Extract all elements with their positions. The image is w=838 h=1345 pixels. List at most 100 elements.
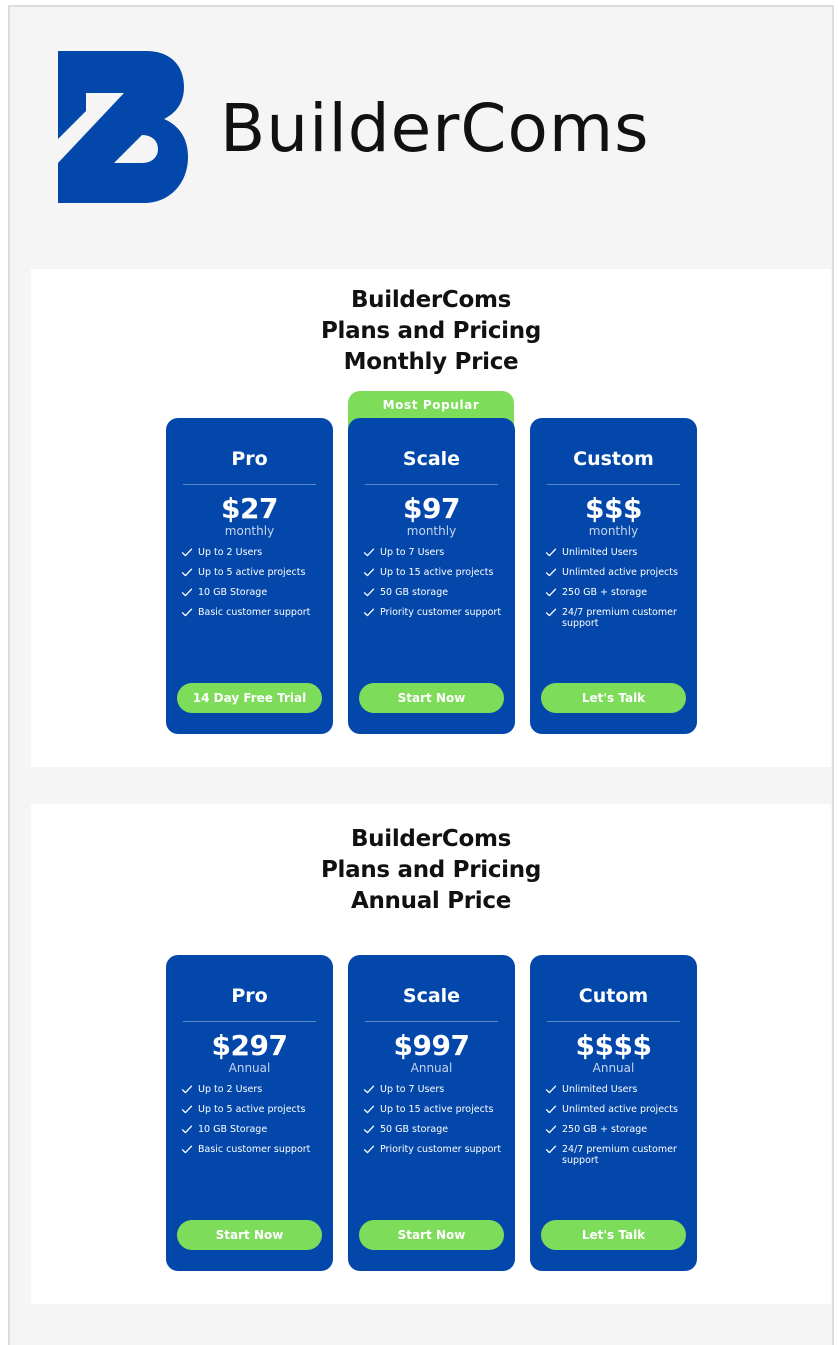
- monthly-pricing-section: BuilderComs Plans and Pricing Monthly Pr…: [31, 269, 831, 767]
- check-icon: [545, 587, 557, 598]
- feature-list: Up to 2 Users Up to 5 active projects 10…: [181, 1084, 325, 1164]
- check-icon: [545, 547, 557, 558]
- monthly-section-title: BuilderComs Plans and Pricing Monthly Pr…: [31, 285, 831, 378]
- plan-period: Annual: [592, 1061, 635, 1075]
- check-icon: [545, 567, 557, 578]
- lets-talk-button[interactable]: Let's Talk: [541, 683, 686, 713]
- card-divider: [183, 1021, 316, 1022]
- feature-list: Up to 7 Users Up to 15 active projects 5…: [363, 1084, 507, 1164]
- check-icon: [181, 587, 193, 598]
- feature-item: Up to 7 Users: [363, 547, 507, 558]
- feature-text: Basic customer support: [198, 607, 311, 618]
- feature-text: Up to 7 Users: [380, 547, 445, 558]
- plan-period: Annual: [410, 1061, 453, 1075]
- check-icon: [545, 1124, 557, 1135]
- feature-item: Basic customer support: [181, 607, 325, 618]
- card-divider: [547, 1021, 680, 1022]
- feature-text: Unlimted active projects: [562, 567, 678, 578]
- plan-name: Scale: [402, 448, 461, 470]
- plan-card-pro: Pro $27 monthly Up to 2 Users Up to 5 ac…: [166, 418, 333, 734]
- feature-text: Up to 5 active projects: [198, 567, 306, 578]
- feature-text: 50 GB storage: [380, 587, 449, 598]
- check-icon: [181, 547, 193, 558]
- lets-talk-button[interactable]: Let's Talk: [541, 1220, 686, 1250]
- feature-text: 250 GB + storage: [562, 587, 648, 598]
- plan-price: $$$: [585, 492, 642, 525]
- feature-text: 24/7 premium customer support: [562, 1144, 677, 1166]
- feature-text: Priority customer support: [380, 607, 502, 618]
- feature-item: Unlimited Users: [545, 1084, 689, 1095]
- check-icon: [363, 547, 375, 558]
- start-now-button[interactable]: Start Now: [359, 1220, 504, 1250]
- feature-item: Priority customer support: [363, 607, 507, 618]
- plan-period: monthly: [406, 524, 457, 538]
- feature-text: Up to 2 Users: [198, 547, 263, 558]
- feature-text: 24/7 premium customer support: [562, 607, 677, 629]
- feature-item: Up to 5 active projects: [181, 567, 325, 578]
- feature-item: Unlimited Users: [545, 547, 689, 558]
- feature-text: Up to 7 Users: [380, 1084, 445, 1095]
- brand-name: BuilderComs: [220, 90, 650, 167]
- feature-text: Up to 2 Users: [198, 1084, 263, 1095]
- feature-text: 50 GB storage: [380, 1124, 449, 1135]
- card-divider: [365, 1021, 498, 1022]
- plan-card-scale: Scale $997 Annual Up to 7 Users Up to 15…: [348, 955, 515, 1271]
- plan-price: $97: [403, 492, 460, 525]
- feature-item: Priority customer support: [363, 1144, 507, 1155]
- feature-item: 24/7 premium customer support: [545, 1144, 689, 1166]
- feature-text: 10 GB Storage: [198, 1124, 268, 1135]
- check-icon: [545, 1104, 557, 1115]
- plan-price: $27: [221, 492, 278, 525]
- feature-item: 50 GB storage: [363, 587, 507, 598]
- check-icon: [181, 567, 193, 578]
- feature-text: Priority customer support: [380, 1144, 502, 1155]
- annual-section-title: BuilderComs Plans and Pricing Annual Pri…: [31, 824, 831, 917]
- title-line: Plans and Pricing: [320, 857, 542, 883]
- builder-b-logo-icon: [58, 51, 188, 203]
- page-frame: BuilderComs BuilderComs Plans and Pricin…: [8, 5, 834, 1345]
- card-divider: [547, 484, 680, 485]
- title-line: Annual Price: [350, 888, 512, 914]
- plan-card-custom: Custom $$$ monthly Unlimited Users Unlim…: [530, 418, 697, 734]
- plan-name: Pro: [231, 985, 268, 1007]
- feature-text: 250 GB + storage: [562, 1124, 648, 1135]
- feature-text: Unlimited Users: [562, 547, 638, 558]
- plan-name: Scale: [402, 985, 461, 1007]
- feature-item: Up to 15 active projects: [363, 1104, 507, 1115]
- plan-price: $297: [211, 1029, 288, 1062]
- feature-item: Unlimted active projects: [545, 1104, 689, 1115]
- feature-text: Unlimited Users: [562, 1084, 638, 1095]
- feature-item: Unlimted active projects: [545, 567, 689, 578]
- check-icon: [545, 607, 557, 618]
- title-line: Monthly Price: [343, 349, 519, 375]
- check-icon: [181, 1104, 193, 1115]
- check-icon: [363, 1144, 375, 1155]
- brand-logo: BuilderComs: [58, 51, 718, 203]
- feature-text: Unlimted active projects: [562, 1104, 678, 1115]
- plan-card-pro: Pro $297 Annual Up to 2 Users Up to 5 ac…: [166, 955, 333, 1271]
- card-divider: [183, 484, 316, 485]
- check-icon: [363, 1124, 375, 1135]
- plan-name: Cutom: [578, 985, 649, 1007]
- start-now-button[interactable]: Start Now: [177, 1220, 322, 1250]
- check-icon: [545, 1084, 557, 1095]
- title-line: BuilderComs: [350, 287, 512, 313]
- feature-item: 10 GB Storage: [181, 587, 325, 598]
- plan-card-custom: Cutom $$$$ Annual Unlimited Users Unlimt…: [530, 955, 697, 1271]
- check-icon: [181, 1124, 193, 1135]
- feature-item: 250 GB + storage: [545, 1124, 689, 1135]
- plan-price: $$$$: [575, 1029, 652, 1062]
- feature-text: Basic customer support: [198, 1144, 311, 1155]
- free-trial-button[interactable]: 14 Day Free Trial: [177, 683, 322, 713]
- annual-pricing-section: BuilderComs Plans and Pricing Annual Pri…: [31, 804, 831, 1304]
- feature-item: 50 GB storage: [363, 1124, 507, 1135]
- plan-period: Annual: [228, 1061, 271, 1075]
- feature-list: Up to 2 Users Up to 5 active projects 10…: [181, 547, 325, 627]
- start-now-button[interactable]: Start Now: [359, 683, 504, 713]
- check-icon: [363, 607, 375, 618]
- plan-name: Custom: [573, 448, 654, 470]
- check-icon: [181, 607, 193, 618]
- feature-item: 10 GB Storage: [181, 1124, 325, 1135]
- feature-text: Up to 15 active projects: [380, 567, 494, 578]
- feature-item: Up to 2 Users: [181, 547, 325, 558]
